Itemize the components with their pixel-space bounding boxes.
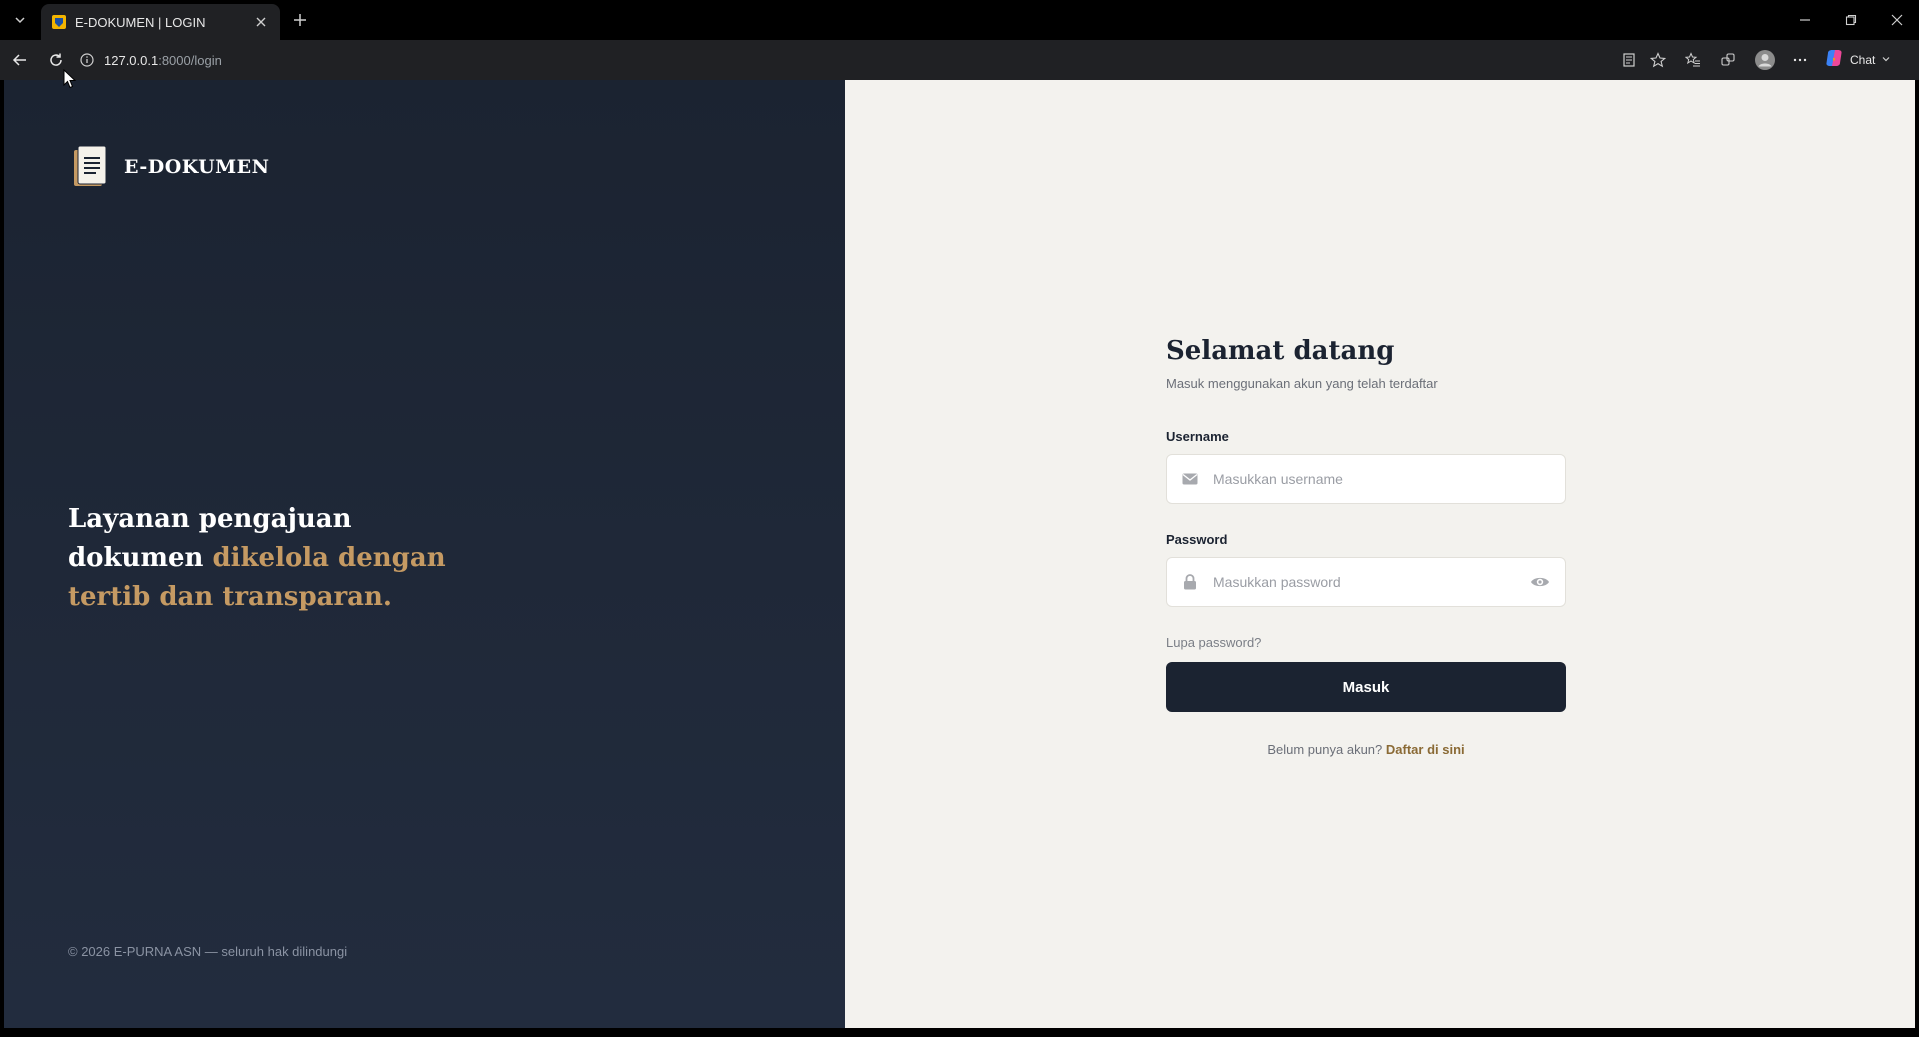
username-field[interactable]	[1166, 454, 1566, 504]
tab-list-dropdown-icon[interactable]	[8, 8, 32, 32]
hero-tagline: Layanan pengajuan dokumen dikelola denga…	[68, 500, 488, 617]
login-panel: Selamat datang Masuk menggunakan akun ya…	[845, 80, 1915, 1028]
hero-panel: E-DOKUMEN Layanan pengajuan dokumen dike…	[4, 80, 845, 1028]
chat-label: Chat	[1850, 53, 1876, 67]
profile-avatar-icon[interactable]	[1753, 48, 1777, 72]
copyright-text: © 2026 E-PURNA ASN — seluruh hak dilindu…	[68, 944, 348, 959]
more-options-icon[interactable]	[1788, 48, 1812, 72]
password-label: Password	[1166, 532, 1228, 547]
extensions-icon[interactable]	[1716, 48, 1740, 72]
tab-title: E-DOKUMEN | LOGIN	[75, 14, 206, 30]
browser-toolbar: 127.0.0.1:8000/login Chat	[0, 40, 1919, 80]
reading-mode-icon[interactable]	[1617, 48, 1641, 72]
new-tab-icon[interactable]	[288, 8, 312, 32]
register-prompt-text: Belum punya akun?	[1267, 742, 1383, 757]
site-info-icon[interactable]	[78, 51, 96, 69]
copilot-chat-button[interactable]: Chat	[1824, 48, 1914, 72]
favorite-star-icon[interactable]	[1646, 48, 1670, 72]
register-link[interactable]: Daftar di sini	[1386, 742, 1465, 757]
username-input[interactable]	[1213, 471, 1551, 487]
minimize-window-icon[interactable]	[1790, 6, 1820, 34]
site-favicon-icon	[51, 14, 67, 30]
close-window-icon[interactable]	[1882, 6, 1912, 34]
username-label: Username	[1166, 429, 1229, 444]
forgot-password-link[interactable]: Lupa password?	[1166, 635, 1566, 650]
close-tab-icon[interactable]	[252, 13, 270, 31]
register-prompt: Belum punya akun? Daftar di sini	[1166, 742, 1566, 757]
address-bar[interactable]: 127.0.0.1:8000/login	[78, 46, 1618, 74]
restore-window-icon[interactable]	[1836, 6, 1866, 34]
mouse-cursor-icon	[63, 68, 77, 89]
copilot-icon	[1824, 48, 1844, 73]
document-logo-icon	[72, 144, 110, 190]
browser-tab-bar: E-DOKUMEN | LOGIN	[0, 0, 1919, 40]
show-password-eye-icon[interactable]	[1529, 571, 1551, 593]
envelope-icon	[1181, 470, 1199, 488]
login-subtitle: Masuk menggunakan akun yang telah terdaf…	[1166, 376, 1438, 391]
password-field[interactable]	[1166, 557, 1566, 607]
favorites-list-icon[interactable]	[1681, 48, 1705, 72]
password-input[interactable]	[1213, 574, 1521, 590]
lock-icon	[1181, 573, 1199, 591]
login-form: Selamat datang Masuk menggunakan akun ya…	[1166, 336, 1566, 757]
back-arrow-icon[interactable]	[8, 48, 32, 72]
login-submit-button[interactable]: Masuk	[1166, 662, 1566, 712]
page-title: Selamat datang	[1166, 336, 1395, 366]
brand-header: E-DOKUMEN	[72, 144, 270, 190]
url-path: :8000/login	[158, 52, 222, 68]
brand-name: E-DOKUMEN	[124, 156, 270, 178]
page-viewport: E-DOKUMEN Layanan pengajuan dokumen dike…	[4, 80, 1915, 1028]
url-text: 127.0.0.1:8000/login	[104, 53, 222, 68]
chevron-down-icon	[1881, 51, 1891, 69]
url-host: 127.0.0.1	[104, 52, 159, 68]
browser-tab-active[interactable]: E-DOKUMEN | LOGIN	[41, 4, 280, 40]
